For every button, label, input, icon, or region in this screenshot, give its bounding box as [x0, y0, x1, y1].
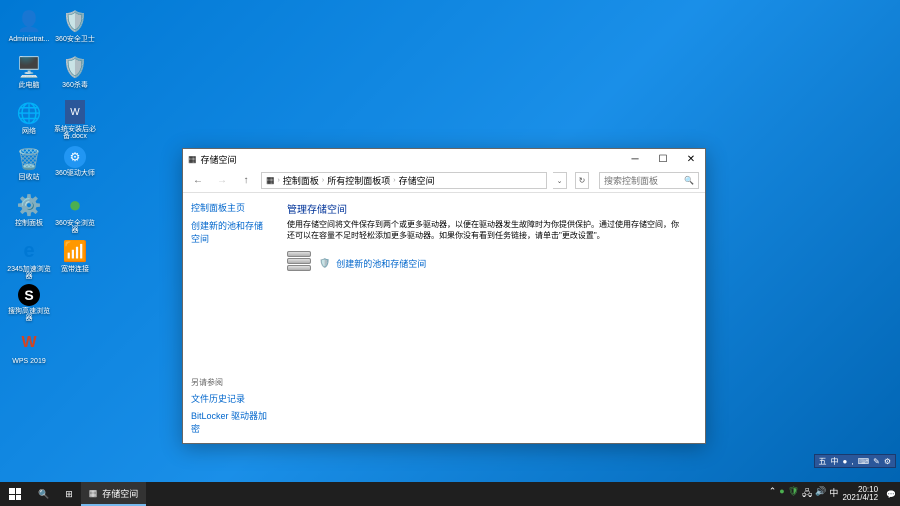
shield-icon: 🛡️: [319, 258, 330, 269]
ime-handwrite[interactable]: ✎: [873, 457, 880, 466]
window-icon: ▦: [188, 154, 197, 165]
breadcrumb-item[interactable]: 所有控制面板项: [327, 174, 390, 187]
system-tray: ⌃ ● 🛡 🖧 🔊 中 20:10 2021/4/12 💬: [769, 486, 900, 502]
desktop-icon-recycle-bin[interactable]: 🗑️回收站: [8, 146, 50, 190]
back-button[interactable]: ←: [189, 172, 207, 190]
sidebar: 控制面板主页 创建新的池和存储空间 另请参阅 文件历史记录 BitLocker …: [183, 193, 279, 443]
desktop-icon-broadband[interactable]: 📶宽带连接: [54, 238, 96, 282]
tray-chevron-icon[interactable]: ⌃: [769, 486, 777, 502]
content-description: 使用存储空间将文件保存到两个或更多驱动器，以便在驱动器发生故障时为你提供保护。通…: [287, 219, 685, 241]
search-icon: 🔍: [684, 176, 694, 185]
action-center-button[interactable]: 💬: [886, 490, 896, 499]
desktop-icon-sogou-browser[interactable]: S搜狗高速浏览器: [8, 284, 50, 328]
tray-volume-icon[interactable]: 🔊: [815, 486, 826, 502]
sidebar-filehistory-link[interactable]: 文件历史记录: [191, 392, 271, 405]
tray-ime-icon[interactable]: 中: [829, 486, 838, 502]
windows-logo-icon: [9, 488, 21, 500]
desktop-icon-control-panel[interactable]: ⚙️控制面板: [8, 192, 50, 236]
storage-spaces-window: ▦ 存储空间 ─ ☐ ✕ ← → ↑ ▦ › 控制面板 › 所有控制面板项 › 存…: [182, 148, 706, 444]
sidebar-create-link[interactable]: 创建新的池和存储空间: [191, 219, 271, 245]
ime-fullwidth[interactable]: ●: [843, 457, 848, 466]
tray-network-icon[interactable]: 🖧: [802, 486, 812, 502]
close-button[interactable]: ✕: [677, 149, 705, 169]
desktop-icon-360-guard[interactable]: 🛡️360安全卫士: [54, 8, 96, 52]
content-area: 管理存储空间 使用存储空间将文件保存到两个或更多驱动器，以便在驱动器发生故障时为…: [279, 193, 705, 443]
desktop-icon-360-browser[interactable]: ●360安全浏览器: [54, 192, 96, 236]
desktop-icon-360-antivirus[interactable]: 🛡️360杀毒: [54, 54, 96, 98]
search-button[interactable]: 🔍: [30, 482, 57, 506]
desktop-icon-360-driver[interactable]: ⚙360驱动大师: [54, 146, 96, 190]
breadcrumb-item[interactable]: 存储空间: [399, 174, 435, 187]
titlebar: ▦ 存储空间 ─ ☐ ✕: [183, 149, 705, 169]
breadcrumb-item[interactable]: 控制面板: [283, 174, 319, 187]
navigation-bar: ← → ↑ ▦ › 控制面板 › 所有控制面板项 › 存储空间 ⌄ ↻ 🔍: [183, 169, 705, 193]
desktop-icon-wps[interactable]: WWPS 2019: [8, 330, 50, 374]
see-also-label: 另请参阅: [191, 377, 271, 388]
start-button[interactable]: [0, 482, 30, 506]
minimize-button[interactable]: ─: [621, 149, 649, 169]
task-view-button[interactable]: ⊞: [57, 482, 81, 506]
forward-button[interactable]: →: [213, 172, 231, 190]
app-icon: ▦: [89, 488, 98, 499]
create-pool-link[interactable]: 创建新的池和存储空间: [336, 257, 426, 270]
tray-360-icon[interactable]: ●: [779, 486, 784, 502]
taskbar-app-storage[interactable]: ▦ 存储空间: [81, 482, 147, 506]
window-title: 存储空间: [201, 153, 237, 166]
breadcrumb-dropdown[interactable]: ⌄: [553, 172, 567, 189]
desktop-icon-administrator[interactable]: 👤Administrat...: [8, 8, 50, 52]
search-box[interactable]: 🔍: [599, 172, 699, 189]
sidebar-bitlocker-link[interactable]: BitLocker 驱动器加密: [191, 409, 271, 435]
ime-toolbar[interactable]: 五 中 ● , ⌨ ✎ ⚙: [814, 454, 897, 468]
create-pool-task: 🛡️ 创建新的池和存储空间: [287, 251, 685, 275]
refresh-button[interactable]: ↻: [575, 172, 589, 189]
clock[interactable]: 20:10 2021/4/12: [842, 486, 878, 502]
desktop: 👤Administrat... 🖥️此电脑 🌐网络 🗑️回收站 ⚙️控制面板 e…: [8, 8, 96, 374]
breadcrumb[interactable]: ▦ › 控制面板 › 所有控制面板项 › 存储空间: [261, 172, 547, 189]
up-button[interactable]: ↑: [237, 172, 255, 190]
hard-drive-icon: [287, 251, 313, 275]
ime-punct[interactable]: ,: [851, 457, 853, 466]
search-input[interactable]: [604, 176, 684, 186]
maximize-button[interactable]: ☐: [649, 149, 677, 169]
clock-date: 2021/4/12: [842, 494, 878, 502]
ime-wubi[interactable]: 五: [819, 456, 827, 467]
ime-softkbd[interactable]: ⌨: [858, 457, 870, 466]
desktop-icon-network[interactable]: 🌐网络: [8, 100, 50, 144]
content-heading: 管理存储空间: [287, 201, 685, 216]
app-label: 存储空间: [102, 487, 138, 500]
sidebar-home-link[interactable]: 控制面板主页: [191, 201, 271, 214]
ime-settings[interactable]: ⚙: [884, 457, 891, 466]
desktop-icon-this-pc[interactable]: 🖥️此电脑: [8, 54, 50, 98]
breadcrumb-icon: ▦: [266, 175, 275, 186]
ime-chinese[interactable]: 中: [831, 456, 839, 467]
tray-shield-icon[interactable]: 🛡: [788, 486, 799, 502]
desktop-icon-2345-browser[interactable]: e2345加速浏览器: [8, 238, 50, 282]
desktop-icon-docx[interactable]: W系统安装后必备.docx: [54, 100, 96, 144]
taskbar: 🔍 ⊞ ▦ 存储空间 ⌃ ● 🛡 🖧 🔊 中 20:10 2021/4/12 💬: [0, 482, 900, 506]
